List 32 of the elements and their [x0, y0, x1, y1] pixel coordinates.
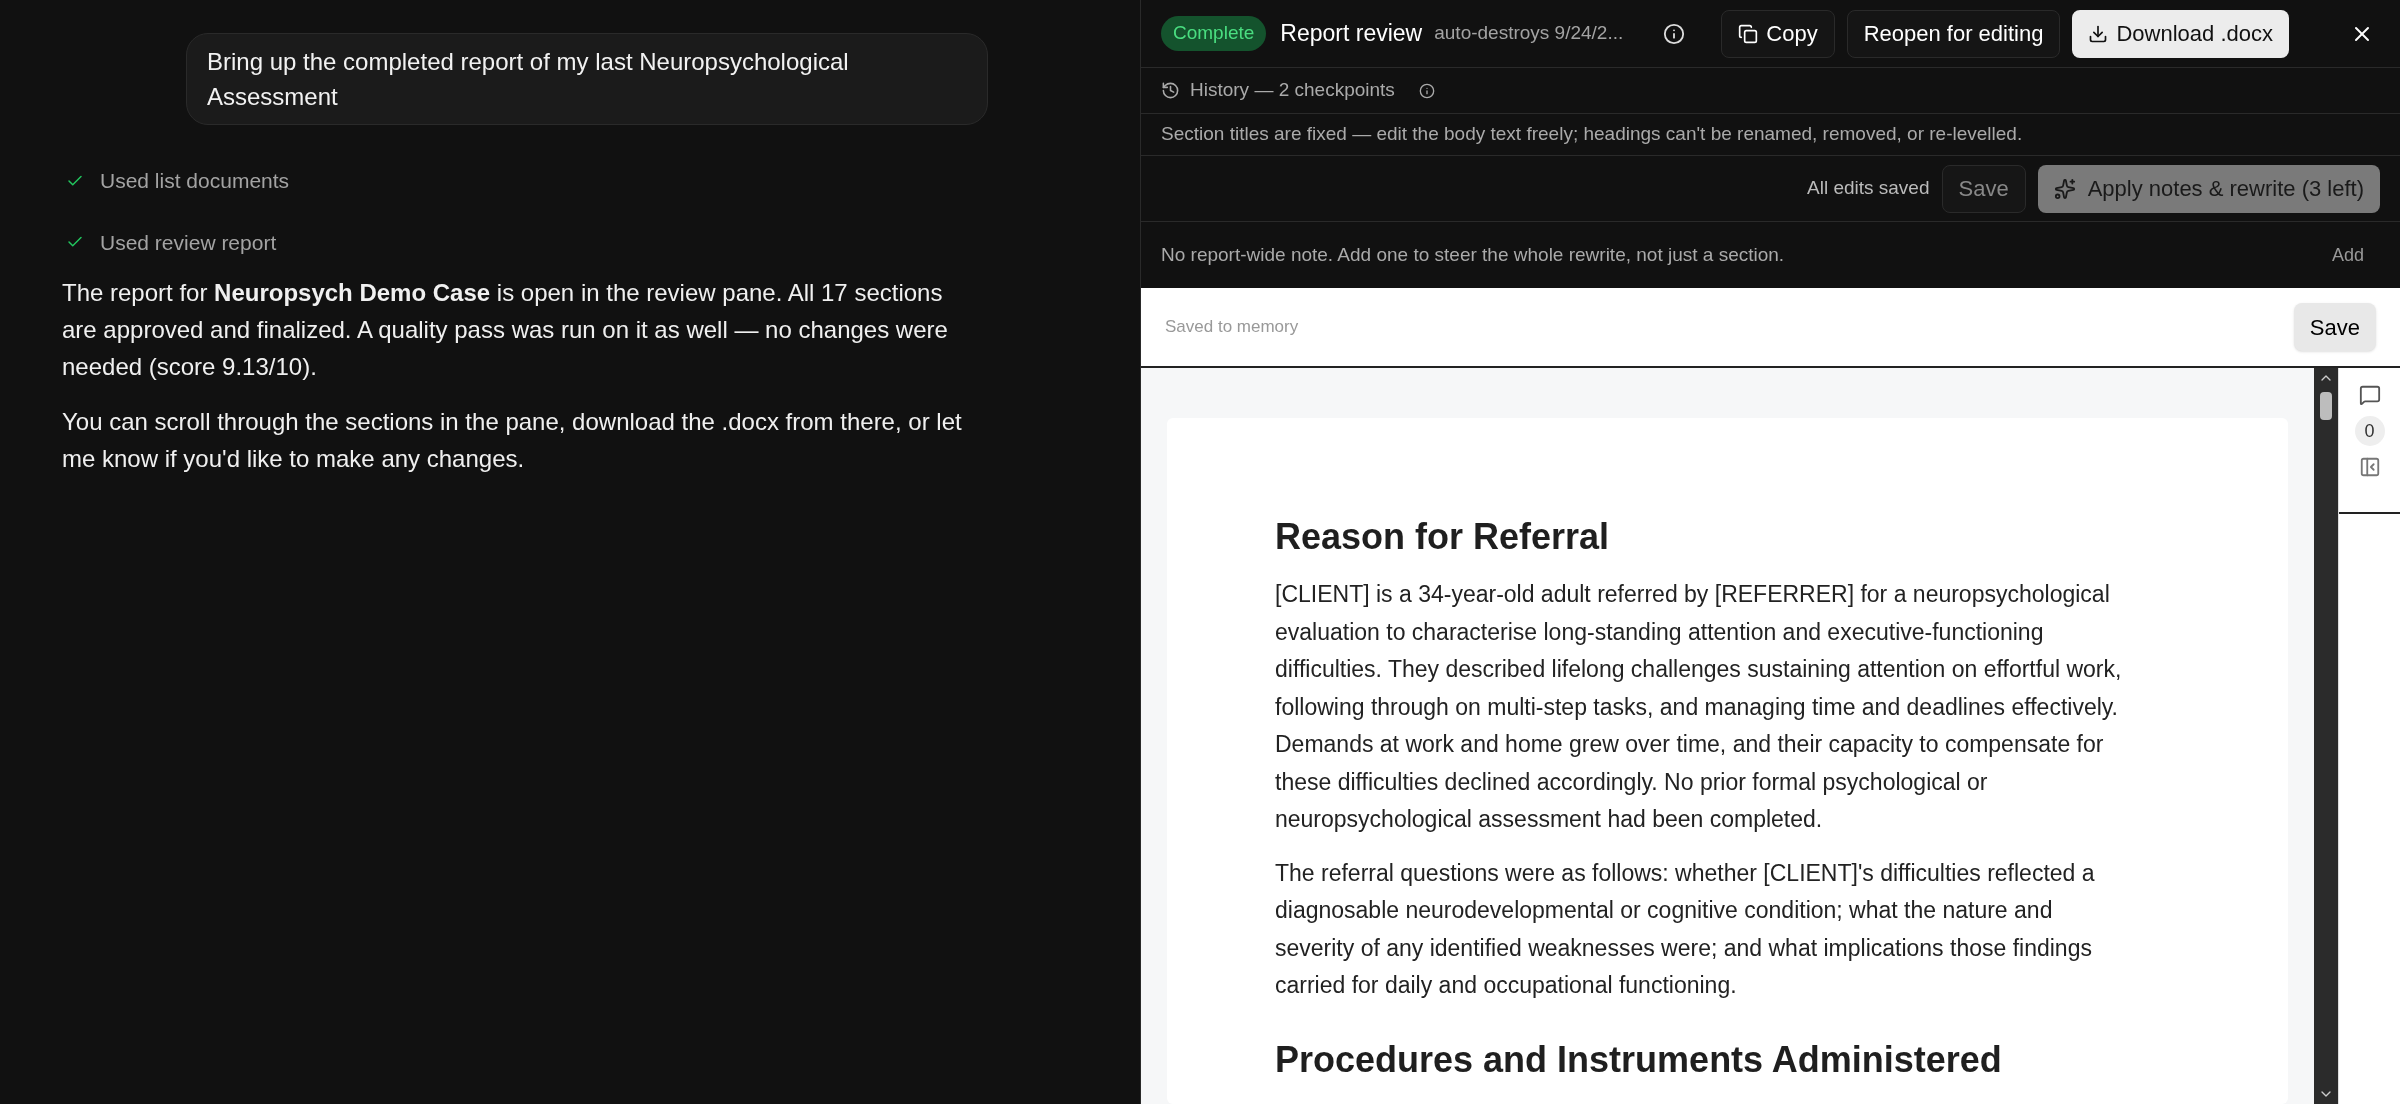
tool-call-label: Used review report: [100, 229, 277, 256]
report-title: Report review: [1280, 19, 1423, 49]
section-heading: Reason for Referral: [1275, 515, 1611, 559]
scroll-thumb[interactable]: [2320, 392, 2332, 420]
scrollbar[interactable]: [2314, 368, 2338, 1104]
history-icon[interactable]: [1161, 81, 1180, 100]
plain-button[interactable]: Reopen for editing: [1846, 9, 2061, 58]
auto-destroy-date: auto-destroys 9/24/2...: [1434, 21, 1624, 46]
download-button[interactable]: Download .docx: [2072, 9, 2289, 58]
status-badge: Complete: [1161, 16, 1267, 51]
note-text: No report-wide note. Add one to steer the whole rewrite, not just a section.: [1161, 242, 1785, 267]
tool-call-label: Used list documents: [100, 168, 290, 194]
memory-save-button[interactable]: Save: [2293, 303, 2376, 351]
user-message: Bring up the completed report of my last Neuropsychological Assessment: [186, 33, 988, 125]
section-paragraph: The referral questions were as follows: whether [CLIENT]'s difficulties reflected a diagnosable neurodevelopmental or cognitive condition; what the nature and severity of any identified weaknesses were; and what implications those findings carried for daily and occupational functioning.: [1275, 858, 2096, 1000]
memory-note-field[interactable]: Saved to memory Save: [1141, 288, 2400, 368]
copy-icon: [1738, 23, 1759, 44]
sparkle-icon: [2053, 177, 2076, 200]
comment-count: 0: [2354, 416, 2385, 446]
panel-toggle-icon[interactable]: [2358, 456, 2381, 478]
comment-icon[interactable]: [2358, 384, 2381, 406]
copy-button[interactable]: Copy: [1721, 9, 1835, 58]
assistant-message: You can scroll through the sections in the pane, download the .docx from there, or let me know if you'd like to make any changes.: [62, 407, 962, 474]
section-heading: Procedures and Instruments Administered: [1275, 1037, 2003, 1082]
section-paragraph: [CLIENT] is a 34-year-old adult referred by [REFERRER] for a neuropsychological evaluation to characterise long-standing attention and executive-functioning difficulties. They described lifelong challenges sustaining attention on effortful work, following through on multi-step tasks, and managing time and deadlines effectively. Demands at work and home grew over time, and their capacity to compensate for these difficulties declined accordingly. No prior formal psychological or neuropsychological assessment had been completed.: [1275, 580, 2123, 834]
info-icon[interactable]: [1418, 82, 1435, 99]
download-icon: [2088, 23, 2109, 44]
save-status: All edits saved: [1807, 176, 1930, 201]
history-label[interactable]: History — 2 checkpoints: [1190, 76, 1395, 105]
notice-text: Section titles are fixed — edit the body text freely; headings can't be renamed, removed, or re-levelled.: [1161, 122, 2023, 147]
add-note-link[interactable]: Add: [2331, 241, 2364, 269]
assistant-message: The report for Neuropsych Demo Case is open in the review pane. All 17 sections are approved and finalized. A quality pass was run on it as well — no changes were needed (score 9.13/10).: [62, 278, 949, 382]
